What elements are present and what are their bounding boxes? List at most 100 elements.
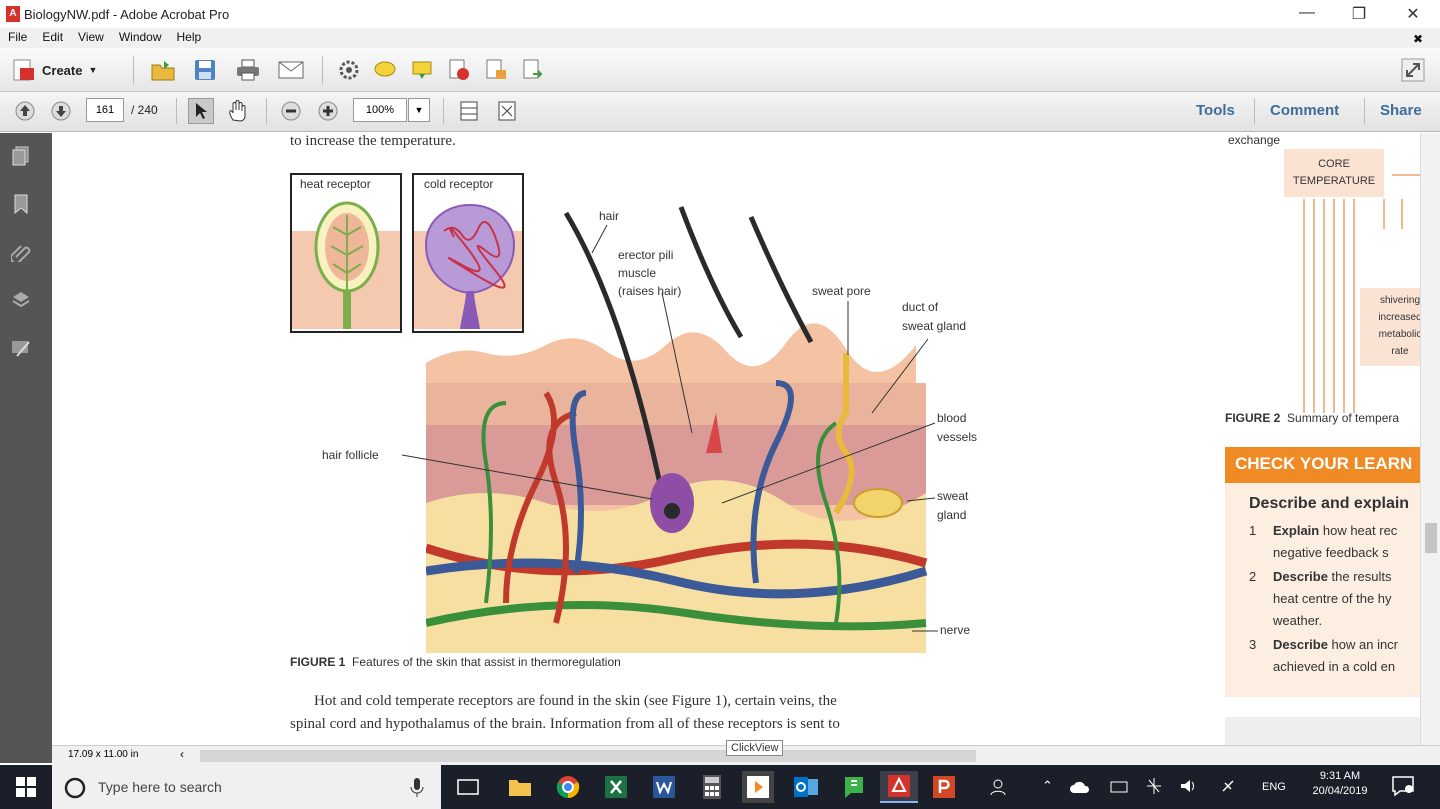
outlook-icon[interactable] <box>790 771 822 803</box>
zoom-in-icon[interactable] <box>315 98 341 124</box>
excel-icon[interactable] <box>600 771 632 803</box>
q1-text: Explain how heat rec <box>1273 523 1397 538</box>
zoom-dropdown-icon[interactable]: ▼ <box>408 98 430 122</box>
comment-bubble-icon[interactable] <box>372 57 398 83</box>
q2-text: Describe the results <box>1273 569 1392 584</box>
create-button[interactable]: Create ▼ <box>10 56 97 84</box>
status-bar: 17.09 x 11.00 in ‹ ClickView <box>52 740 1440 765</box>
q2-line3: weather. <box>1273 613 1323 628</box>
start-windows-icon[interactable] <box>10 771 42 803</box>
q2-bold: Describe <box>1273 569 1328 584</box>
word-icon[interactable] <box>648 771 680 803</box>
minimize-button[interactable]: — <box>1292 4 1322 24</box>
clock-date: 20/04/2019 <box>1312 785 1368 797</box>
acrobat-icon: A <box>6 6 20 22</box>
comment-link[interactable]: Comment <box>1270 102 1339 119</box>
q3-number: 3 <box>1249 637 1257 652</box>
signatures-icon[interactable] <box>10 337 32 359</box>
figure-1-text: Features of the skin that assist in ther… <box>352 655 621 669</box>
hand-tool-icon[interactable] <box>225 98 251 124</box>
language-indicator[interactable]: ENG <box>1262 781 1286 793</box>
title-bar: A BiologyNW.pdf - Adobe Acrobat Pro — ❐ … <box>0 0 1440 28</box>
vertical-scrollbar[interactable] <box>1420 133 1440 745</box>
tools-link[interactable]: Tools <box>1196 102 1235 119</box>
zoom-out-icon[interactable] <box>278 98 304 124</box>
task-view-icon[interactable] <box>452 771 484 803</box>
q1-number: 1 <box>1249 523 1257 538</box>
scrollbar-thumb[interactable] <box>1425 523 1437 553</box>
body-line-1: Hot and cold temperate receptors are fou… <box>314 693 837 709</box>
tray-chevron-icon[interactable]: ⌃ <box>1042 778 1053 794</box>
highlight-icon[interactable] <box>409 57 435 83</box>
menu-bar: File Edit View Window Help ✖ <box>0 28 1440 48</box>
describe-heading: Describe and explain <box>1249 495 1410 512</box>
page-thumbnails-icon[interactable] <box>10 145 32 167</box>
settings-gear-icon[interactable] <box>336 57 362 83</box>
page-number-input[interactable]: 161 <box>86 98 124 122</box>
export-doc-icon[interactable] <box>520 57 546 83</box>
create-pdf-icon <box>13 59 34 81</box>
people-icon[interactable] <box>990 779 1006 798</box>
power-plug-icon[interactable] <box>1220 778 1236 797</box>
layers-icon[interactable] <box>10 289 32 311</box>
share-link[interactable]: Share <box>1380 102 1422 119</box>
file-explorer-icon[interactable] <box>504 771 536 803</box>
menu-edit[interactable]: Edit <box>34 28 70 44</box>
next-page-icon[interactable] <box>48 98 74 124</box>
clock-time: 9:31 AM <box>1319 770 1361 782</box>
doc-close-icon[interactable]: ✖ <box>1405 30 1430 46</box>
figure-2-caption: FIGURE 2 Summary of tempera <box>1225 411 1399 425</box>
menu-help[interactable]: Help <box>169 28 209 44</box>
select-tool-icon[interactable] <box>188 98 214 124</box>
action-icon[interactable] <box>1146 777 1162 798</box>
fit-page-icon[interactable] <box>494 98 520 124</box>
q1-line2: negative feedback s <box>1273 545 1389 560</box>
attachments-icon[interactable] <box>10 241 32 263</box>
clock[interactable]: 9:31 AM 20/04/2019 <box>1304 770 1376 797</box>
zoom-level-input[interactable]: 100% <box>353 98 407 122</box>
chrome-icon[interactable] <box>552 771 584 803</box>
q1-rest: how heat rec <box>1319 523 1398 538</box>
powerpoint-icon[interactable] <box>928 771 960 803</box>
cortana-icon <box>64 777 86 799</box>
menu-view[interactable]: View <box>70 28 111 44</box>
expand-icon[interactable] <box>1400 57 1426 83</box>
close-button[interactable]: ✕ <box>1398 4 1428 24</box>
lync-icon[interactable] <box>838 771 870 803</box>
diagram-leader-lines <box>401 224 938 632</box>
q3-bold: Describe <box>1273 637 1328 652</box>
clickview-icon[interactable] <box>742 771 774 803</box>
figure-2-number: FIGURE 2 <box>1225 411 1281 425</box>
menu-file[interactable]: File <box>0 28 34 44</box>
notifications-icon[interactable] <box>1392 776 1414 799</box>
fit-width-icon[interactable] <box>456 98 482 124</box>
page-total: / 240 <box>131 103 158 117</box>
secure-doc-icon[interactable] <box>446 57 472 83</box>
search-placeholder: Type here to search <box>98 779 222 795</box>
scroll-left-icon[interactable]: ‹ <box>180 747 184 761</box>
clickview-tooltip: ClickView <box>726 740 784 756</box>
figure-1-caption: FIGURE 1 Features of the skin that assis… <box>290 655 621 669</box>
side-exchange-text: exchange <box>1228 133 1281 147</box>
network-icon[interactable] <box>1110 780 1128 797</box>
volume-icon[interactable] <box>1180 778 1198 797</box>
calculator-icon[interactable] <box>696 771 728 803</box>
onedrive-icon[interactable] <box>1070 780 1090 797</box>
maximize-button[interactable]: ❐ <box>1344 4 1374 24</box>
save-icon[interactable] <box>192 57 218 83</box>
menu-window[interactable]: Window <box>111 28 169 44</box>
microphone-icon[interactable] <box>410 777 424 799</box>
taskbar-search[interactable]: Type here to search <box>52 765 441 809</box>
sign-doc-icon[interactable] <box>483 57 509 83</box>
email-icon[interactable] <box>278 57 304 83</box>
previous-page-icon[interactable] <box>12 98 38 124</box>
horizontal-scrollbar[interactable] <box>200 750 976 762</box>
figure-1-number: FIGURE 1 <box>290 655 346 669</box>
create-label: Create <box>42 62 83 78</box>
print-icon[interactable] <box>235 57 261 83</box>
bookmarks-icon[interactable] <box>10 193 32 215</box>
navigation-pane <box>0 133 52 763</box>
acrobat-taskbar-icon[interactable] <box>880 771 918 803</box>
open-folder-icon[interactable] <box>150 57 176 83</box>
figure-2-text: Summary of tempera <box>1287 411 1400 425</box>
